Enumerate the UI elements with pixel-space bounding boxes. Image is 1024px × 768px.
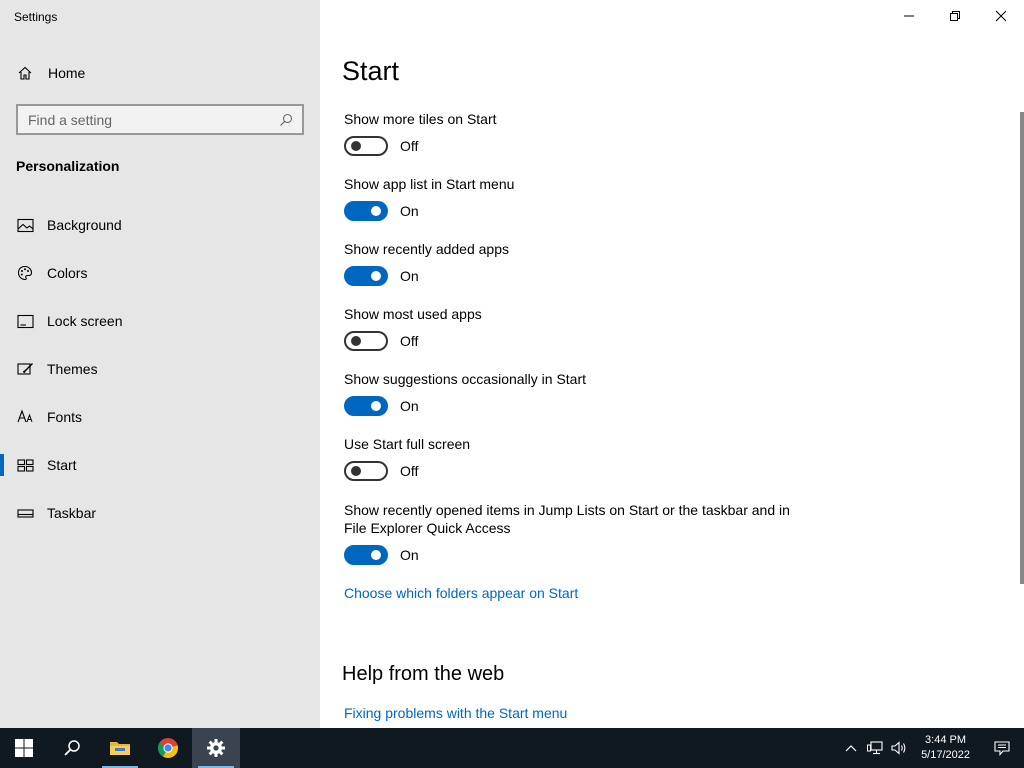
fonts-icon [16,408,34,426]
setting-label: Show app list in Start menu [344,176,515,192]
notification-icon [994,740,1010,756]
minimize-button[interactable] [886,0,932,32]
suggestions-toggle[interactable] [344,396,388,416]
setting-full-screen: Use Start full screen Off [344,435,794,481]
toggle-state: On [400,268,419,284]
setting-label: Show suggestions occasionally in Start [344,371,587,387]
full-screen-toggle[interactable] [344,461,388,481]
restore-button[interactable] [932,0,978,32]
search-box[interactable] [16,104,304,135]
toggle-state: Off [400,463,419,479]
sidebar-item-label: Fonts [47,409,83,425]
home-icon [16,64,34,82]
setting-label: Show recently added apps [344,241,509,257]
more-tiles-toggle[interactable] [344,136,388,156]
system-tray: 3:44 PM 5/17/2022 [839,728,1024,768]
file-explorer-icon [110,742,130,755]
chevron-up-icon [845,745,857,752]
sidebar-item-label: Start [47,457,77,473]
sidebar-item-background[interactable]: Background [0,201,320,249]
setting-label: Show recently opened items in Jump Lists… [344,502,790,536]
window-title: Settings [14,10,58,24]
search-icon[interactable] [278,112,294,128]
file-explorer-button[interactable] [96,728,144,768]
sidebar-item-label: Themes [47,361,98,377]
toggle-state: On [400,398,419,414]
search-input[interactable] [28,111,278,128]
setting-label: Use Start full screen [344,436,471,452]
setting-most-used: Show most used apps Off [344,305,794,351]
windows-start-icon [15,739,33,757]
chrome-button[interactable] [144,728,192,768]
minimize-icon [904,15,914,17]
setting-label: Show more tiles on Start [344,111,497,127]
toggle-state: On [400,203,419,219]
section-title: Personalization [16,158,120,174]
home-label: Home [48,65,86,81]
sidebar-item-themes[interactable]: Themes [0,345,320,393]
themes-icon [16,360,34,378]
network-icon [867,741,883,755]
main-content: Start Show more tiles on Start Off Show … [320,0,1024,728]
app-list-toggle[interactable] [344,201,388,221]
show-hidden-icons-button[interactable] [839,728,863,768]
start-button[interactable] [0,728,48,768]
sidebar-item-lock-screen[interactable]: Lock screen [0,297,320,345]
setting-recently-added: Show recently added apps On [344,240,794,286]
close-button[interactable] [978,0,1024,32]
settings-gear-icon [207,739,225,757]
taskbar-search-button[interactable] [48,728,96,768]
network-button[interactable] [863,728,887,768]
lock-screen-icon [16,312,34,330]
setting-suggestions: Show suggestions occasionally in Start O… [344,370,794,416]
sidebar-nav: Background Colors Lock screen Themes Fon… [0,201,320,537]
settings-taskbar-button[interactable] [192,728,240,768]
taskbar-icon [16,504,34,522]
scrollbar[interactable] [1020,112,1024,584]
setting-more-tiles: Show more tiles on Start Off [344,110,794,156]
palette-icon [16,264,34,282]
sidebar-home[interactable]: Home [16,62,85,84]
sidebar-item-taskbar[interactable]: Taskbar [0,489,320,537]
most-used-toggle[interactable] [344,331,388,351]
sidebar-item-label: Lock screen [47,313,123,329]
sidebar-item-fonts[interactable]: Fonts [0,393,320,441]
setting-jump-lists: Show recently opened items in Jump Lists… [344,501,794,565]
clock-time: 3:44 PM [925,734,967,746]
setting-label: Show most used apps [344,306,482,322]
setting-app-list: Show app list in Start menu On [344,175,794,221]
help-link[interactable]: Fixing problems with the Start menu [344,705,567,721]
jump-lists-toggle[interactable] [344,545,388,565]
sidebar-item-label: Background [47,217,122,233]
page-title: Start [342,56,400,86]
choose-folders-link[interactable]: Choose which folders appear on Start [344,585,578,601]
toggle-state: Off [400,333,419,349]
action-center-button[interactable] [980,728,1024,768]
window-controls [886,0,1024,32]
restore-icon [950,11,960,21]
start-icon [16,456,34,474]
toggle-state: Off [400,138,419,154]
taskbar: 3:44 PM 5/17/2022 [0,728,1024,768]
sidebar-item-label: Taskbar [47,505,97,521]
recently-added-toggle[interactable] [344,266,388,286]
chrome-icon [158,738,179,759]
sidebar-item-label: Colors [47,265,88,281]
sidebar-item-colors[interactable]: Colors [0,249,320,297]
clock-date: 5/17/2022 [921,749,970,761]
volume-button[interactable] [887,728,911,768]
toggle-state: On [400,547,419,563]
background-icon [16,216,34,234]
search-icon [64,740,80,756]
volume-icon [891,741,906,755]
close-icon [995,10,1007,22]
sidebar: Settings Home Personalization Background… [0,0,320,728]
sidebar-item-start[interactable]: Start [0,441,320,489]
clock[interactable]: 3:44 PM 5/17/2022 [911,733,980,763]
help-title: Help from the web [342,663,505,685]
